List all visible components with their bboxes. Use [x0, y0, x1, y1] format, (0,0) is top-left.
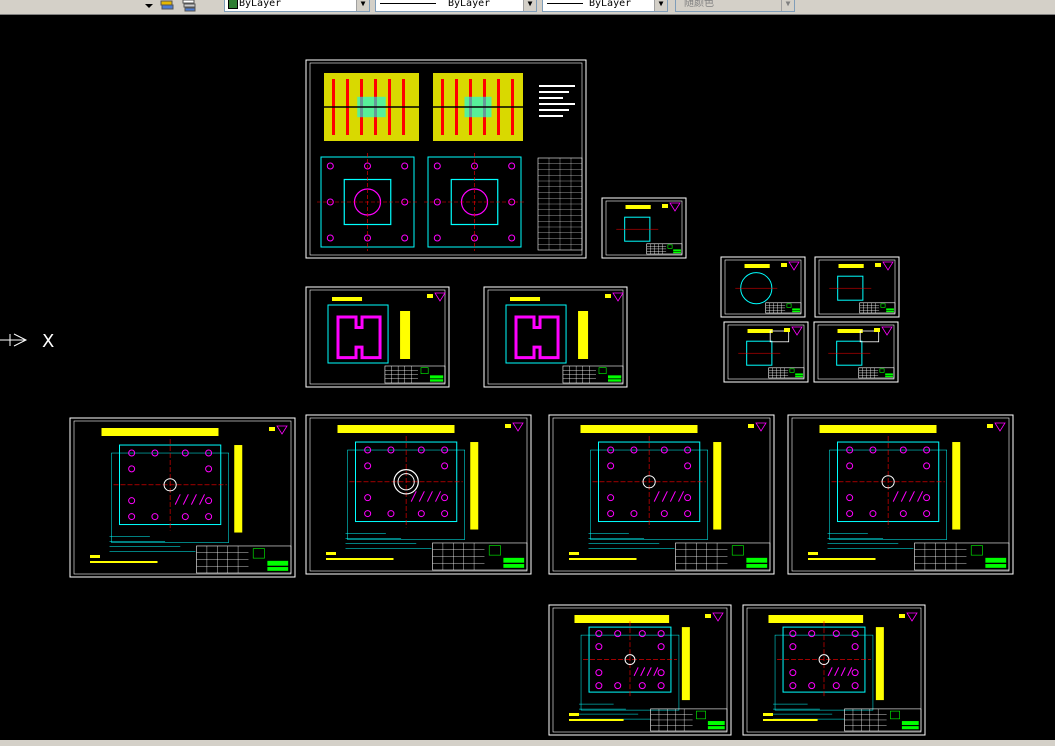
plotstyle-control-combo[interactable]: 随颜色 ▼: [675, 0, 795, 12]
drawing-sheet-plate-d[interactable]: [787, 414, 1014, 575]
color-control-value: ByLayer: [239, 0, 282, 9]
model-space-canvas[interactable]: X: [0, 15, 1055, 740]
ucs-x-label: X: [42, 331, 54, 352]
drawing-sheet-part-small[interactable]: [601, 197, 687, 259]
lineweight-preview: [547, 3, 583, 4]
properties-toolbar: ByLayer ▼ ByLayer ▼ ByLayer ▼ 随颜色 ▼: [0, 0, 1055, 15]
drawing-sheet-plate-b[interactable]: [305, 414, 532, 575]
dropdown-arrow-icon[interactable]: [142, 0, 156, 11]
drawing-sheet-plate-a[interactable]: [69, 417, 296, 578]
chevron-down-icon[interactable]: ▼: [356, 0, 369, 11]
drawing-sheet-cavity-plate-2[interactable]: [483, 286, 628, 388]
drawing-sheet-cavity-plate-1[interactable]: [305, 286, 450, 388]
drawing-sheet-assembly[interactable]: [305, 59, 587, 259]
lineweight-control-value: ByLayer: [589, 0, 632, 9]
ucs-icon: [0, 333, 28, 347]
color-swatch-icon: [228, 0, 238, 9]
linetype-control-combo[interactable]: ByLayer ▼: [375, 0, 537, 12]
chevron-down-icon[interactable]: ▼: [781, 0, 794, 11]
chevron-down-icon[interactable]: ▼: [654, 0, 667, 11]
plotstyle-control-value: 随颜色: [684, 0, 714, 9]
drawing-sheet-part-block-a[interactable]: [723, 321, 809, 383]
status-bar: [0, 740, 1055, 746]
color-control-combo[interactable]: ByLayer ▼: [224, 0, 370, 12]
lineweight-control-combo[interactable]: ByLayer ▼: [542, 0, 668, 12]
layers-icon[interactable]: [160, 0, 174, 11]
linetype-control-value: ByLayer: [448, 0, 491, 9]
drawing-sheet-part-ring[interactable]: [720, 256, 806, 318]
layer-states-icon[interactable]: [182, 0, 196, 12]
drawing-sheet-part-block-b[interactable]: [813, 321, 899, 383]
drawing-sheet-plate-c[interactable]: [548, 414, 775, 575]
drawing-sheet-plate-f[interactable]: [742, 604, 926, 736]
chevron-down-icon[interactable]: ▼: [523, 0, 536, 11]
drawing-sheet-part-slot[interactable]: [814, 256, 900, 318]
drawing-sheet-plate-e[interactable]: [548, 604, 732, 736]
linetype-preview: [380, 3, 436, 4]
